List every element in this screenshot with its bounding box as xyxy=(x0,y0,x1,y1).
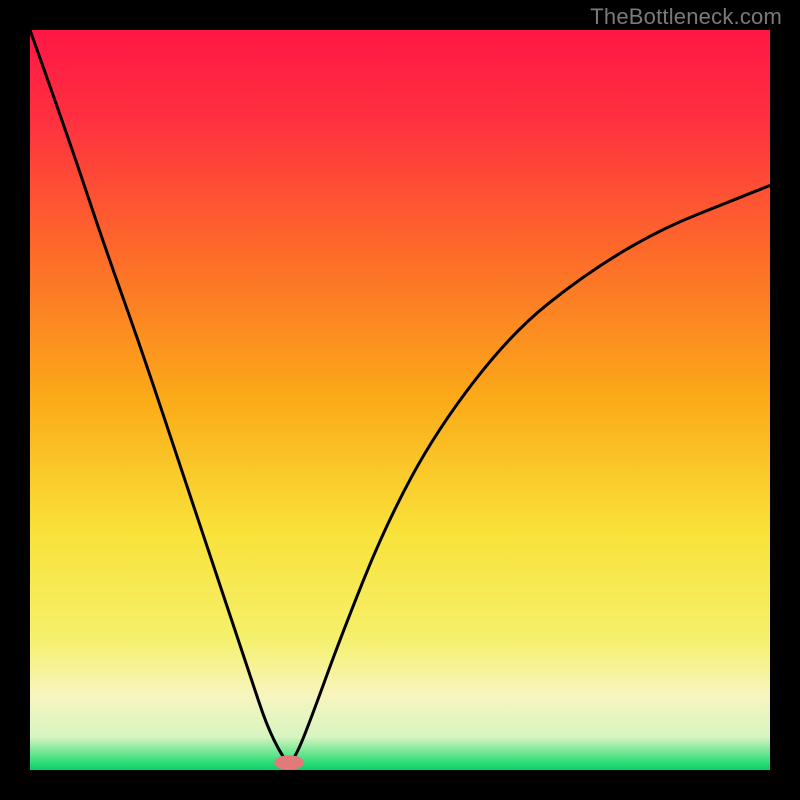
plot-area xyxy=(30,30,770,770)
optimum-marker xyxy=(274,755,304,770)
chart-svg xyxy=(30,30,770,770)
chart-container: TheBottleneck.com xyxy=(0,0,800,800)
gradient-background xyxy=(30,30,770,770)
watermark: TheBottleneck.com xyxy=(590,4,782,30)
